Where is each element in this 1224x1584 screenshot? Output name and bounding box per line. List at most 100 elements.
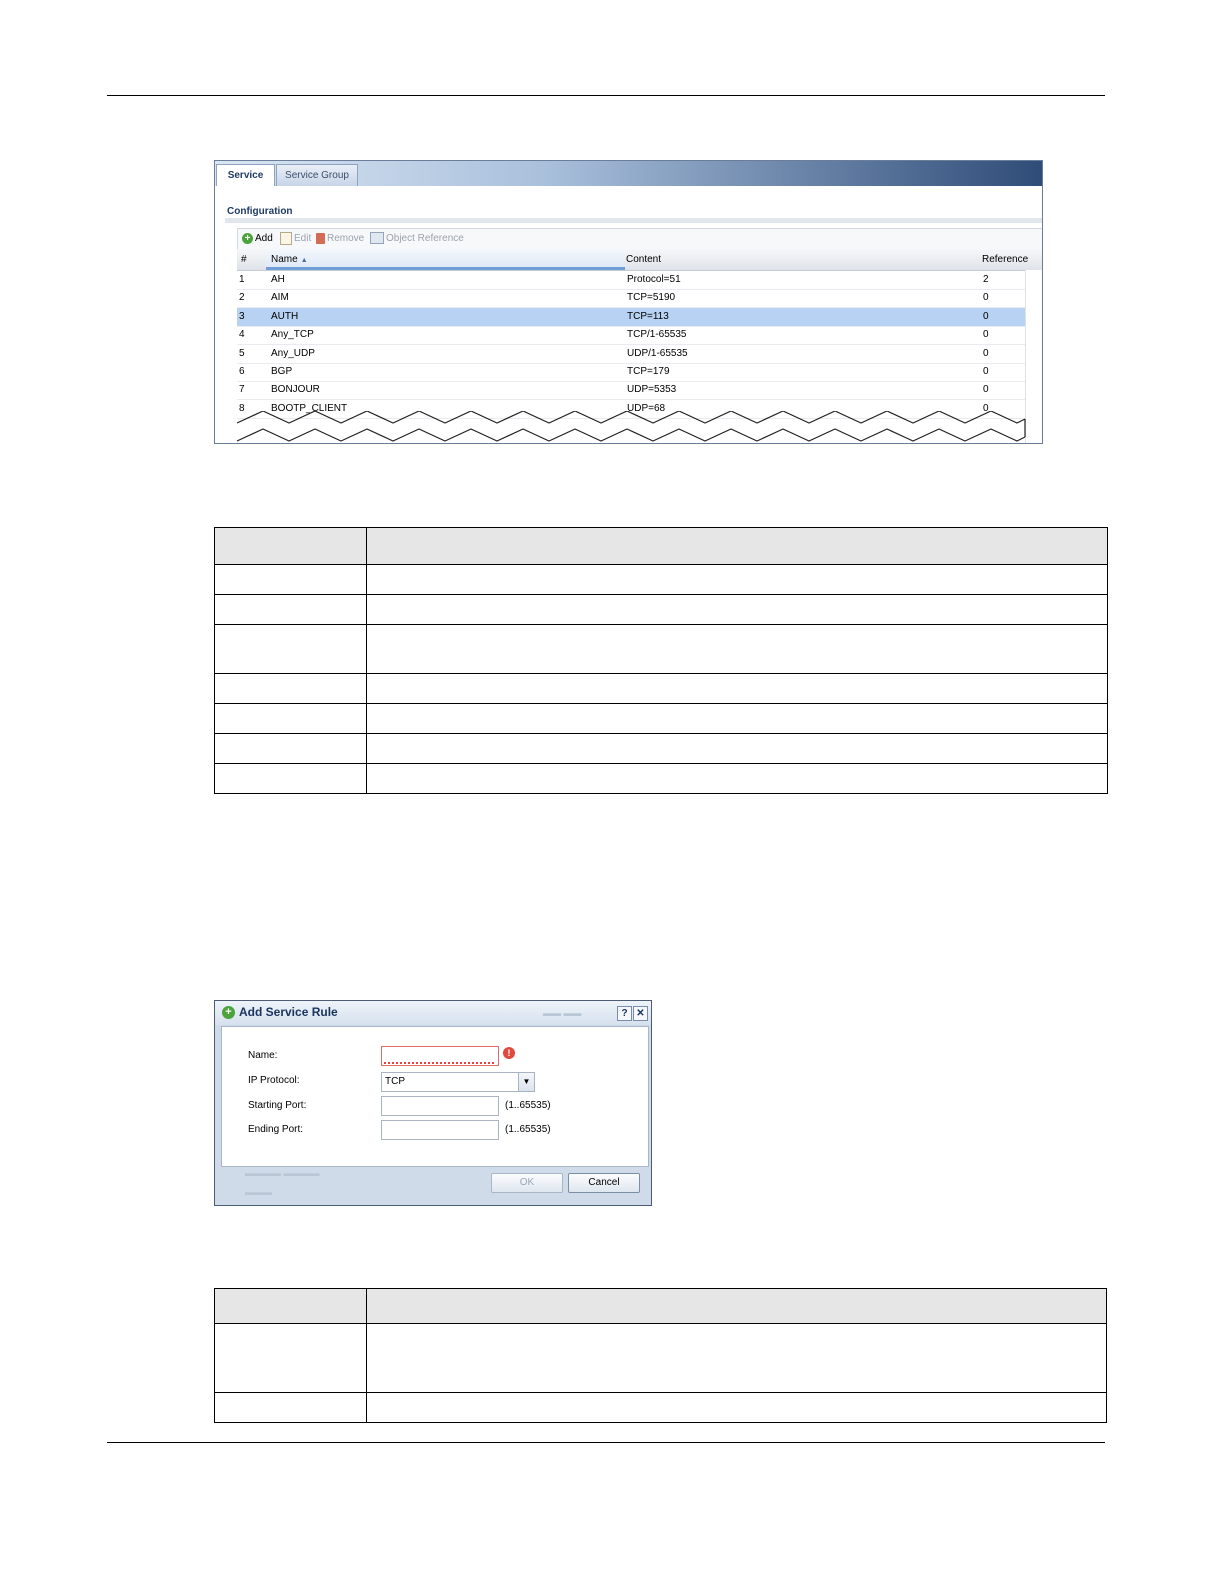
column-header-index[interactable]: #: [241, 249, 265, 270]
cell-name: BGP: [271, 366, 293, 377]
object-reference-button[interactable]: Object Reference: [370, 232, 464, 246]
table-row[interactable]: 7 BONJOUR UDP=5353 0: [237, 381, 1025, 401]
grid-header: # Name ▲ Content Reference: [237, 249, 1042, 271]
table-row: [214, 594, 1108, 625]
cell-name: AH: [271, 274, 285, 285]
header-rule: [107, 95, 1105, 96]
table-cell: [214, 1323, 367, 1393]
table-row[interactable]: 3 AUTH TCP=113 0: [237, 307, 1025, 327]
table-cell: [214, 673, 367, 704]
table-cell: [366, 1392, 1107, 1423]
add-label: Add: [255, 233, 273, 244]
table-row: [214, 624, 1108, 674]
table-row[interactable]: 1 AH Protocol=51 2: [237, 271, 1025, 290]
table-cell: [366, 763, 1108, 794]
spellcheck-underline: [384, 1059, 494, 1064]
table-cell: [214, 624, 367, 674]
dialog-body: Name: ! IP Protocol: TCP ▼ Starting Port…: [221, 1026, 649, 1167]
cell-name: AIM: [271, 292, 289, 304]
close-icon[interactable]: ✕: [633, 1006, 648, 1021]
remove-label: Remove: [327, 233, 365, 244]
cancel-button[interactable]: Cancel: [568, 1173, 640, 1193]
cell-content: UDP/1-65535: [627, 347, 688, 359]
starting-port-field[interactable]: [381, 1096, 499, 1116]
edit-icon: [280, 232, 292, 245]
column-header-content[interactable]: Content: [626, 249, 976, 270]
tab-service[interactable]: Service: [216, 164, 275, 186]
cell-idx: 2: [239, 292, 245, 304]
cell-idx: 5: [239, 347, 245, 359]
table-cell: [214, 594, 367, 625]
label-description-table-1: [214, 527, 1108, 794]
column-header-name-label: Name: [271, 254, 298, 265]
chevron-down-icon[interactable]: ▼: [518, 1073, 534, 1091]
cell-idx: 6: [239, 366, 245, 377]
starting-port-label: Starting Port:: [248, 1100, 307, 1111]
ending-port-range: (1..65535): [505, 1124, 551, 1135]
ghost-text: ▬▬▬: [245, 1187, 272, 1197]
ok-button[interactable]: OK: [491, 1173, 563, 1193]
table-header-row: [214, 1288, 1107, 1324]
help-icon[interactable]: ?: [617, 1006, 632, 1021]
section-title: Configuration: [227, 206, 293, 217]
table-cell: [214, 564, 367, 595]
cell-ref: 0: [983, 329, 989, 341]
ghost-text: ▬▬▬▬ ▬▬▬▬: [245, 1168, 320, 1178]
warning-icon: !: [503, 1047, 515, 1059]
cell-idx: 1: [239, 274, 245, 285]
cell-idx: 7: [239, 384, 245, 396]
table-row: [214, 673, 1108, 704]
table-cell: [366, 594, 1108, 625]
edit-button[interactable]: Edit: [280, 232, 311, 246]
ip-protocol-value: TCP: [385, 1076, 405, 1087]
tab-service-group[interactable]: Service Group: [276, 164, 358, 186]
cell-content: TCP=113: [627, 310, 669, 322]
add-service-rule-dialog: + Add Service Rule ▬▬ ▬▬ ? ✕ Name: ! IP …: [214, 1000, 652, 1206]
table-cell: [366, 1288, 1107, 1324]
table-cell: [366, 624, 1108, 674]
tab-bar: Service Service Group: [215, 161, 1042, 186]
table-row[interactable]: 6 BGP TCP=179 0: [237, 363, 1025, 382]
cell-content: TCP=179: [627, 366, 670, 377]
table-cell: [366, 564, 1108, 595]
ending-port-field[interactable]: [381, 1120, 499, 1140]
edit-label: Edit: [294, 233, 312, 245]
remove-button[interactable]: Remove: [316, 232, 364, 246]
ghost-text: ▬▬ ▬▬: [543, 1008, 582, 1018]
table-cell: [366, 527, 1108, 565]
dialog-title: Add Service Rule: [239, 1005, 338, 1019]
table-row: [214, 1323, 1107, 1393]
cell-content: UDP=5353: [627, 384, 677, 396]
cell-ref: 0: [983, 292, 989, 304]
cell-idx: 3: [239, 310, 245, 322]
name-field[interactable]: [381, 1046, 499, 1066]
table-row[interactable]: 5 Any_UDP UDP/1-65535 0: [237, 345, 1025, 364]
table-row[interactable]: 4 Any_TCP TCP/1-65535 0: [237, 326, 1025, 346]
add-button[interactable]: + Add: [242, 232, 273, 246]
toolbar: + Add Edit Remove Object Reference: [237, 228, 1042, 250]
cell-name: Any_TCP: [271, 329, 314, 341]
table-cell: [214, 703, 367, 734]
ip-protocol-select[interactable]: TCP ▼: [381, 1072, 535, 1092]
ending-port-label: Ending Port:: [248, 1124, 304, 1135]
starting-port-range: (1..65535): [505, 1100, 551, 1111]
name-label: Name:: [248, 1050, 278, 1061]
table-cell: [214, 1392, 367, 1423]
cell-idx: 4: [239, 329, 245, 341]
ip-protocol-label: IP Protocol:: [248, 1075, 300, 1086]
table-row: [214, 564, 1108, 595]
cell-ref: 0: [983, 366, 989, 377]
table-row[interactable]: 2 AIM TCP=5190 0: [237, 289, 1025, 309]
dialog-title-bar[interactable]: + Add Service Rule ▬▬ ▬▬ ? ✕: [215, 1001, 651, 1025]
column-header-reference[interactable]: Reference: [982, 249, 1042, 270]
table-row: [214, 703, 1108, 734]
cell-ref: 0: [983, 310, 989, 322]
cell-ref: 0: [983, 347, 989, 359]
cell-content: Protocol=51: [627, 274, 681, 285]
cell-name: Any_UDP: [271, 347, 315, 359]
cell-ref: 2: [983, 274, 989, 285]
table-cell: [214, 527, 367, 565]
object-reference-icon: [370, 232, 384, 245]
trash-icon: [316, 232, 325, 244]
column-header-name[interactable]: Name ▲: [266, 249, 625, 270]
